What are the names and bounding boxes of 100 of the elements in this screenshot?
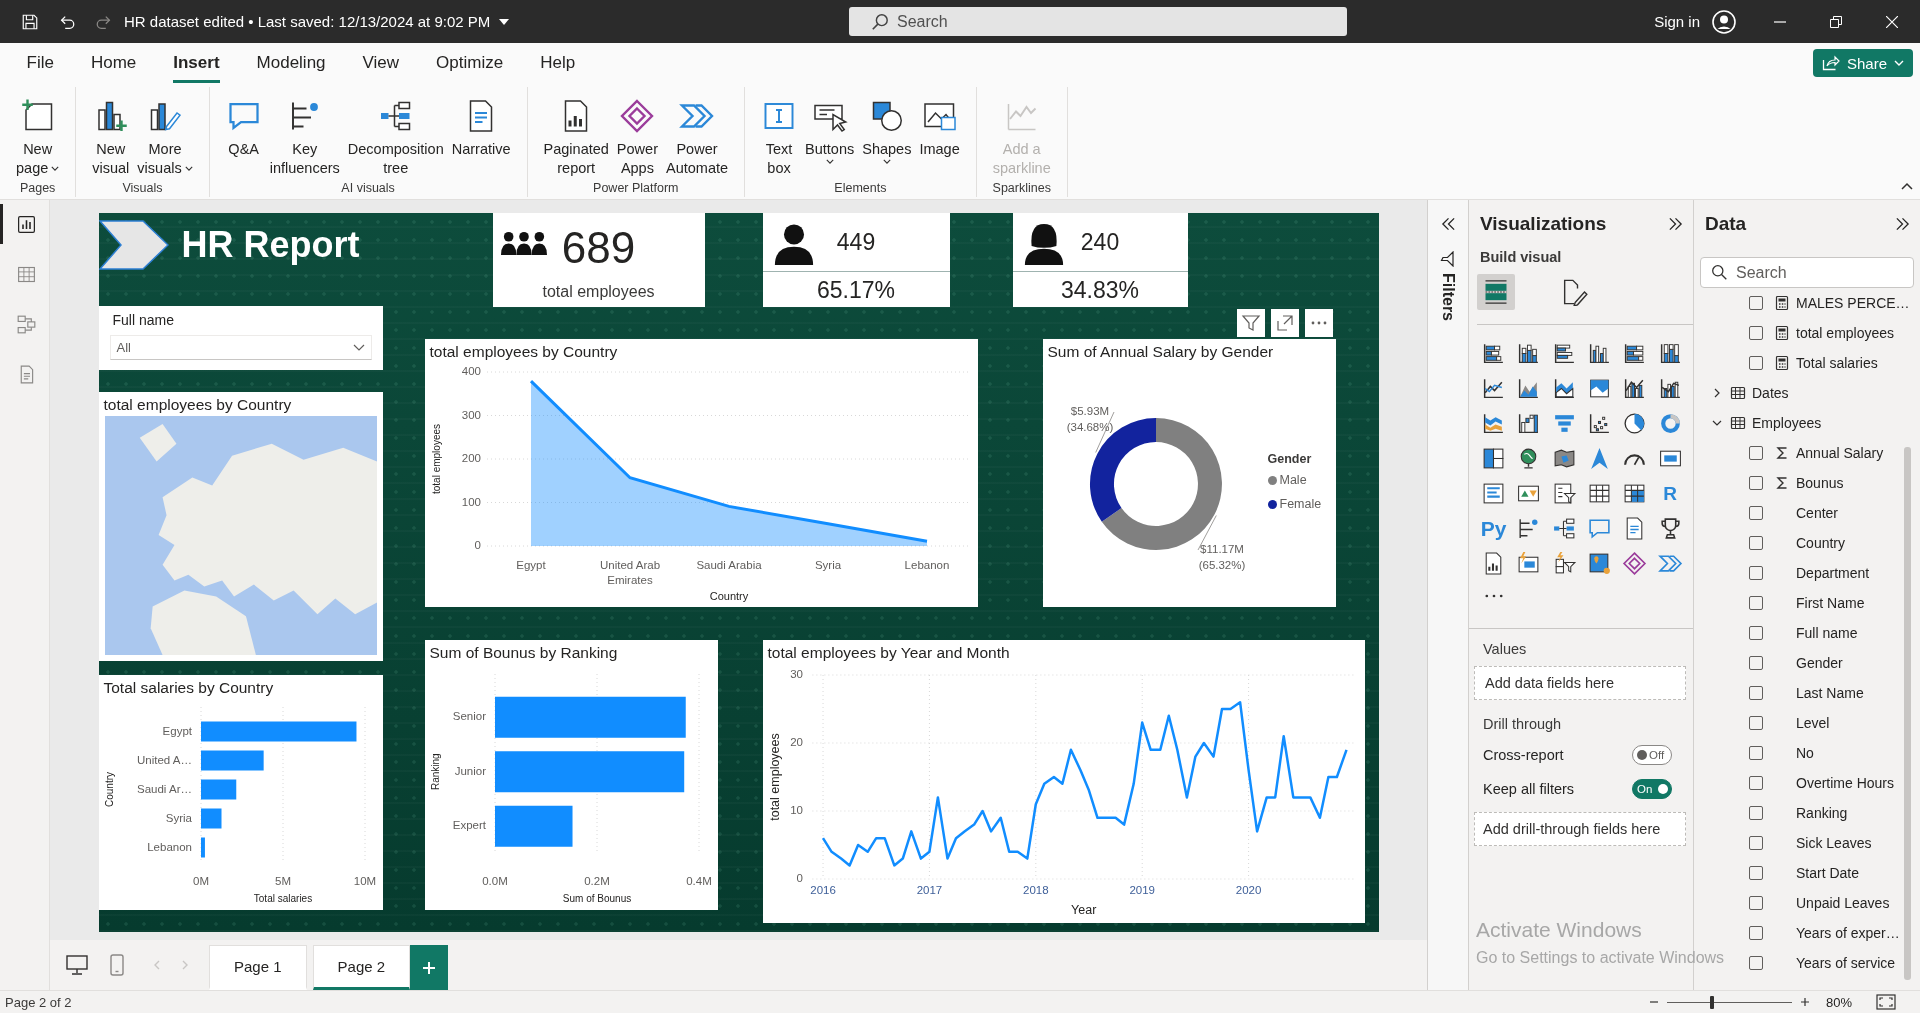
drop-field[interactable]: Add drill-through fields here — [1474, 812, 1686, 846]
new-visual-button[interactable]: New visual — [88, 98, 134, 178]
field-name[interactable]: Last Name — [1796, 685, 1864, 701]
legend-label[interactable]: Female — [1279, 497, 1322, 511]
user-avatar-icon[interactable] — [1712, 9, 1736, 34]
map-pin-icon[interactable] — [1587, 551, 1613, 576]
menu-tab[interactable]: Modeling — [256, 43, 326, 83]
field-name[interactable]: total employees — [1796, 325, 1895, 341]
field-name[interactable]: Overtime Hours — [1796, 775, 1895, 791]
menu-tab[interactable]: File — [26, 43, 54, 83]
checkbox[interactable] — [1749, 836, 1763, 850]
field-name[interactable]: Department — [1796, 565, 1870, 581]
pie-chart-icon[interactable] — [1622, 411, 1648, 436]
drop-field[interactable]: Add data fields here — [1474, 666, 1686, 700]
field-name[interactable]: Center — [1796, 505, 1839, 521]
checkbox[interactable] — [1749, 716, 1763, 730]
checkbox[interactable] — [1749, 866, 1763, 880]
chevron-up-icon[interactable] — [1901, 182, 1913, 190]
field-name[interactable]: Unpaid Leaves — [1796, 895, 1890, 911]
table-name[interactable]: Dates — [1752, 385, 1789, 401]
add-page-button[interactable] — [410, 945, 449, 990]
field-name[interactable]: Start Date — [1796, 865, 1860, 881]
search-field[interactable]: Search — [1736, 260, 1905, 285]
field-name[interactable]: Years of exper… — [1796, 925, 1900, 941]
page-tab[interactable]: Page 2 — [312, 945, 411, 990]
checkbox[interactable] — [1749, 686, 1763, 700]
field-name[interactable]: No — [1796, 745, 1814, 761]
field-name[interactable]: Ranking — [1796, 805, 1848, 821]
share-button[interactable]: Share — [1812, 49, 1913, 77]
chevron-down-icon[interactable] — [1712, 418, 1722, 428]
build-visual-tab[interactable] — [1477, 274, 1515, 310]
multi-row-card-icon[interactable] — [1481, 481, 1507, 506]
image-button[interactable]: Image — [915, 98, 964, 159]
more-visuals-button[interactable]: More visuals — [133, 98, 197, 178]
decomposition-tree-button[interactable]: Decomposition tree — [343, 98, 448, 178]
dropdown-field[interactable]: All — [109, 335, 372, 360]
speech-bubble-icon[interactable] — [1587, 516, 1613, 541]
checkbox[interactable] — [1749, 926, 1763, 940]
double-chevron-left-icon[interactable] — [1440, 217, 1456, 231]
menu-tab[interactable]: Optimize — [436, 43, 504, 83]
diamond-icon[interactable] — [1622, 551, 1648, 576]
close-icon[interactable] — [1886, 15, 1898, 28]
double-chevron-right-icon[interactable] — [1895, 217, 1910, 231]
legend-label[interactable]: Male — [1279, 473, 1307, 487]
sign-in-link[interactable]: Sign in — [1654, 13, 1700, 30]
menu-tab[interactable]: View — [362, 43, 400, 83]
restore-icon[interactable] — [1830, 15, 1842, 28]
search-bar[interactable]: Search — [1700, 257, 1914, 288]
checkbox[interactable] — [1749, 506, 1763, 520]
field-name[interactable]: Country — [1796, 535, 1846, 551]
checkbox[interactable] — [1749, 656, 1763, 670]
field-name[interactable]: First Name — [1796, 595, 1865, 611]
document-title[interactable]: HR dataset edited • Last saved: 12/13/2024 at 9:02 PM — [124, 13, 491, 30]
checkbox[interactable] — [1749, 296, 1763, 310]
checkbox[interactable] — [1749, 326, 1763, 340]
checkbox[interactable] — [1749, 746, 1763, 760]
field-name[interactable]: Gender — [1796, 655, 1843, 671]
power-apps-button[interactable]: Power Apps — [612, 98, 662, 178]
field-name[interactable]: Annual Salary — [1796, 445, 1884, 461]
more-options-icon[interactable] — [1304, 309, 1333, 337]
field-name[interactable]: Full name — [1796, 625, 1858, 641]
zoom-in-icon[interactable] — [1799, 997, 1810, 1007]
checkbox[interactable] — [1749, 596, 1763, 610]
double-chevron-right-icon[interactable] — [1668, 217, 1683, 231]
toggle-switch[interactable]: On — [1632, 779, 1672, 799]
monitor-icon[interactable] — [65, 953, 89, 977]
menu-tab[interactable]: Help — [540, 43, 576, 83]
qa-button[interactable]: Q&A — [221, 98, 266, 159]
scrollbar[interactable] — [1904, 447, 1911, 980]
checkbox[interactable] — [1749, 776, 1763, 790]
checkbox[interactable] — [1749, 536, 1763, 550]
new-page-button[interactable]: New page — [12, 98, 64, 178]
checkbox[interactable] — [1749, 476, 1763, 490]
field-name[interactable]: Bounus — [1796, 475, 1844, 491]
power-automate-button[interactable]: Power Automate — [661, 98, 733, 178]
checkbox[interactable] — [1749, 356, 1763, 370]
checkbox[interactable] — [1749, 956, 1763, 970]
checkbox[interactable] — [1749, 806, 1763, 820]
checkbox[interactable] — [1749, 446, 1763, 460]
focus-mode-icon[interactable] — [1270, 309, 1299, 337]
filter-icon[interactable] — [1236, 309, 1265, 337]
field-name[interactable]: Level — [1796, 715, 1830, 731]
narrative-button[interactable]: Narrative — [447, 98, 515, 159]
checkbox[interactable] — [1749, 566, 1763, 580]
search-field[interactable]: Search — [897, 9, 1339, 34]
page-tab[interactable]: Page 1 — [209, 945, 307, 990]
chevron-right-icon[interactable] — [1712, 388, 1722, 398]
buttons-menu-button[interactable]: Buttons — [801, 98, 859, 164]
caret-icon[interactable] — [499, 18, 510, 25]
slicer-icon[interactable] — [1551, 481, 1577, 506]
filters-label[interactable]: Filters — [1439, 273, 1457, 321]
field-name[interactable]: MALES PERCE… — [1796, 295, 1910, 311]
decomposition-tree-icon[interactable] — [1551, 516, 1577, 541]
more-icon[interactable] — [1484, 593, 1503, 598]
field-name[interactable]: Sick Leaves — [1796, 835, 1872, 851]
save-icon[interactable] — [21, 12, 39, 31]
field-name[interactable]: Total salaries — [1796, 355, 1878, 371]
search-bar[interactable]: Search — [849, 7, 1347, 36]
toggle-switch[interactable]: Off — [1632, 745, 1672, 765]
table-name[interactable]: Employees — [1752, 415, 1822, 431]
